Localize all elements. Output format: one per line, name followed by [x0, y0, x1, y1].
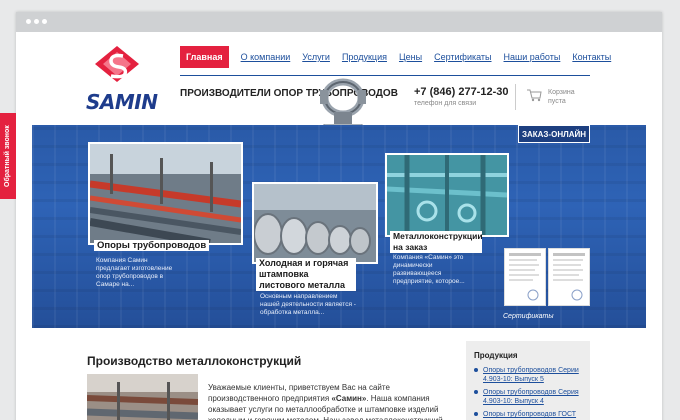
- nav-divider: [180, 75, 590, 76]
- callback-tab[interactable]: Обратный звонок: [0, 113, 16, 199]
- card-photo-pipes[interactable]: [88, 142, 243, 245]
- card-title[interactable]: Металлоконструкции на заказ: [390, 231, 483, 253]
- phone-caption: телефон для связи: [414, 100, 477, 107]
- card-title[interactable]: Опоры трубопроводов: [94, 240, 210, 251]
- browser-window: SAMIN Главная О компании Услуги Продукци…: [16, 12, 662, 420]
- phone-number[interactable]: +7 (846) 277-12-30: [414, 86, 508, 98]
- cart-icon[interactable]: [526, 88, 542, 102]
- window-dot-icon[interactable]: [26, 19, 31, 24]
- browser-toolbar: [16, 12, 662, 32]
- section-heading: Производство металлоконструкций: [87, 354, 302, 368]
- card-description: Компания «Самин» это динамически развива…: [393, 254, 465, 285]
- nav-item-certificates[interactable]: Сертификаты: [434, 52, 491, 62]
- cart-divider: [515, 84, 516, 110]
- card-photo-metal-structures[interactable]: [385, 153, 509, 237]
- card-description: Компания Самин предлагает изготовление о…: [96, 257, 173, 288]
- order-online-button[interactable]: ЗАКАЗ-ОНЛАЙН: [518, 125, 590, 143]
- nav-item-about[interactable]: О компании: [241, 52, 291, 62]
- cart-status[interactable]: Корзина пуста: [548, 88, 592, 106]
- intro-text: Уважаемые клиенты, приветствуем Вас на с…: [208, 383, 443, 420]
- nav-item-products[interactable]: Продукция: [342, 52, 387, 62]
- sidebar-title: Продукция: [474, 351, 518, 360]
- certificate-image[interactable]: [548, 248, 590, 306]
- nav-item-prices[interactable]: Цены: [399, 52, 422, 62]
- nav-item-contacts[interactable]: Контакты: [572, 52, 611, 62]
- card-title[interactable]: Холодная и горячая штамповка листового м…: [256, 258, 356, 291]
- nav-item-works[interactable]: Наши работы: [504, 52, 561, 62]
- card-description: Основным направлением нашей деятельности…: [260, 293, 356, 316]
- sidebar-item-product[interactable]: Опоры трубопроводов ГОСТ: [474, 410, 582, 419]
- window-dot-icon[interactable]: [42, 19, 47, 24]
- main-nav: Главная О компании Услуги Продукция Цены…: [180, 46, 623, 68]
- nav-item-home[interactable]: Главная: [180, 46, 229, 68]
- products-sidebar: Продукция Опоры трубопроводов Серии 4.90…: [466, 341, 590, 420]
- card-photo-metal-coils[interactable]: [252, 182, 378, 264]
- certificates-label[interactable]: Сертификаты: [503, 313, 554, 320]
- sidebar-item-product[interactable]: Опоры трубопроводов Серии 4.903-10: Выпу…: [474, 366, 582, 384]
- certificate-image[interactable]: [504, 248, 546, 306]
- logo-text: SAMIN: [86, 90, 158, 114]
- sidebar-item-product[interactable]: Опоры трубопроводов Серия 4.903-10: Выпу…: [474, 388, 582, 406]
- nav-item-services[interactable]: Услуги: [302, 52, 330, 62]
- window-dot-icon[interactable]: [34, 19, 39, 24]
- workshop-photo: [87, 374, 198, 420]
